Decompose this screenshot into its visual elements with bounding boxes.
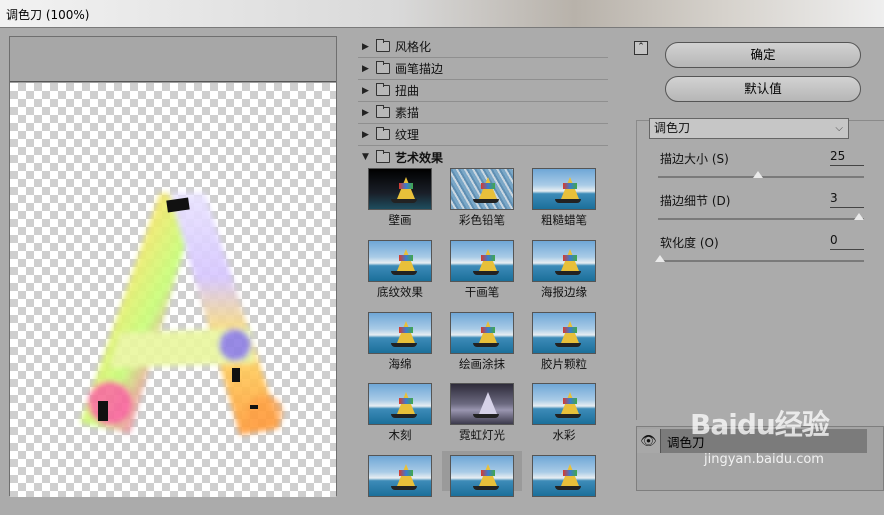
thumbnail-label: 海绵 [388,357,412,371]
thumbnail-image [532,168,596,210]
expand-arrow-icon[interactable]: ▶ [362,64,376,74]
category-label: 扭曲 [395,84,420,98]
thumbnail-image [368,383,432,425]
preview-canvas[interactable] [10,83,336,497]
folder-icon [376,61,390,74]
folder-icon [376,83,390,96]
category-label: 艺术效果 [395,150,444,165]
thumbnail-label: 粗糙蜡笔 [541,213,587,227]
thumbnail-image [532,312,596,354]
thumbnail-label: 水彩 [552,428,576,442]
preview-pane[interactable] [9,36,337,497]
category-label: 纹理 [395,128,420,142]
thumbnail-label: 彩色铅笔 [459,213,505,227]
filter-thumb-fresco[interactable]: 壁画 [366,168,434,228]
settings-panel: ⌃ 确定 默认值 调色刀 ⌵ 描边大小 (S) 25 描边细节 (D) 3 软化… [618,36,884,491]
effect-layer-row[interactable]: 👁 调色刀 [637,429,867,453]
letter-a-artwork [80,193,283,435]
filter-thumb-poster-edges[interactable]: 海报边缘 [530,240,598,300]
stroke-detail-slider[interactable] [658,213,864,220]
thumbnail-image [368,168,432,210]
thumbnail-image [368,240,432,282]
ok-button[interactable]: 确定 [665,42,861,68]
thumbnail-image [450,312,514,354]
thumbnail-label: 干画笔 [464,285,500,299]
expand-arrow-icon[interactable]: ▶ [362,42,376,52]
softness-input[interactable]: 0 [830,232,864,250]
filter-thumb-sponge[interactable]: 海绵 [366,312,434,372]
thumbnail-image [450,168,514,210]
preview-toolbar [10,37,336,82]
collapse-arrow-icon[interactable]: ▼ [362,152,376,162]
thumbnail-label: 底纹效果 [377,285,423,299]
filter-thumb[interactable] [366,455,434,515]
slider-handle[interactable] [655,255,665,262]
window-title: 调色刀 (100%) [6,8,90,22]
collapse-gallery-icon[interactable]: ⌃ [634,41,648,55]
default-button[interactable]: 默认值 [665,76,861,102]
effect-layers-panel: 👁 调色刀 [636,426,884,491]
effect-layer-name: 调色刀 [667,434,705,450]
thumbnail-label: 壁画 [388,213,412,227]
category-stylize[interactable]: ▶ 风格化 [358,36,608,58]
folder-icon [376,149,390,163]
category-label: 风格化 [395,40,432,54]
filter-gallery: ▶ 风格化 ▶ 画笔描边 ▶ 扭曲 ▶ 素描 ▶ 纹理 ▼ 艺术效果 壁画 彩色… [358,36,608,497]
thumbnail-image [532,240,596,282]
folder-icon [376,127,390,140]
filter-thumb-cutout[interactable]: 木刻 [366,383,434,443]
stroke-size-slider[interactable] [658,171,864,178]
stroke-size-input[interactable]: 25 [830,148,864,166]
expand-arrow-icon[interactable]: ▶ [362,130,376,140]
category-brush-strokes[interactable]: ▶ 画笔描边 [358,58,608,80]
slider-handle[interactable] [854,213,864,220]
softness-label: 软化度 (O) [660,236,719,250]
filter-thumb-neon-glow[interactable]: 霓虹灯光 [448,383,516,443]
filter-thumb-rough-pastels[interactable]: 粗糙蜡笔 [530,168,598,228]
stroke-detail-label: 描边细节 (D) [660,194,731,208]
filter-thumb[interactable] [530,455,598,515]
filter-thumb-paint-daubs[interactable]: 绘画涂抹 [448,312,516,372]
thumbnail-label: 海报边缘 [541,285,587,299]
filter-thumb-underpainting[interactable]: 底纹效果 [366,240,434,300]
folder-icon [376,105,390,118]
thumbnail-label: 霓虹灯光 [459,428,505,442]
thumbnail-label: 胶片颗粒 [541,357,587,371]
filter-thumb-colored-pencil[interactable]: 彩色铅笔 [448,168,516,228]
eye-icon[interactable]: 👁 [637,429,661,453]
thumbnail-label: 木刻 [388,428,412,442]
filter-select-value: 调色刀 [654,121,691,135]
category-sketch[interactable]: ▶ 素描 [358,102,608,124]
folder-icon [376,39,390,52]
thumbnail-image [532,383,596,425]
filter-thumb-watercolor[interactable]: 水彩 [530,383,598,443]
chevron-down-icon: ⌵ [835,123,843,134]
expand-arrow-icon[interactable]: ▶ [362,86,376,96]
slider-handle[interactable] [753,171,763,178]
thumbnail-image [450,383,514,425]
expand-arrow-icon[interactable]: ▶ [362,108,376,118]
thumbnail-label: 绘画涂抹 [459,357,505,371]
stroke-detail-input[interactable]: 3 [830,190,864,208]
category-distort[interactable]: ▶ 扭曲 [358,80,608,102]
filter-thumb-selected[interactable] [442,451,522,497]
stroke-size-label: 描边大小 (S) [660,152,729,166]
category-artistic[interactable]: ▼ 艺术效果 [358,146,608,168]
softness-slider[interactable] [655,255,864,262]
category-label: 素描 [395,106,420,120]
filter-select[interactable]: 调色刀 ⌵ [649,118,849,139]
thumbnail-image [368,312,432,354]
title-bar: 调色刀 (100%) [0,0,884,28]
category-texture[interactable]: ▶ 纹理 [358,124,608,146]
filter-thumb-film-grain[interactable]: 胶片颗粒 [530,312,598,372]
filter-thumb-dry-brush[interactable]: 干画笔 [448,240,516,300]
thumbnail-image [450,240,514,282]
category-label: 画笔描边 [395,62,444,76]
